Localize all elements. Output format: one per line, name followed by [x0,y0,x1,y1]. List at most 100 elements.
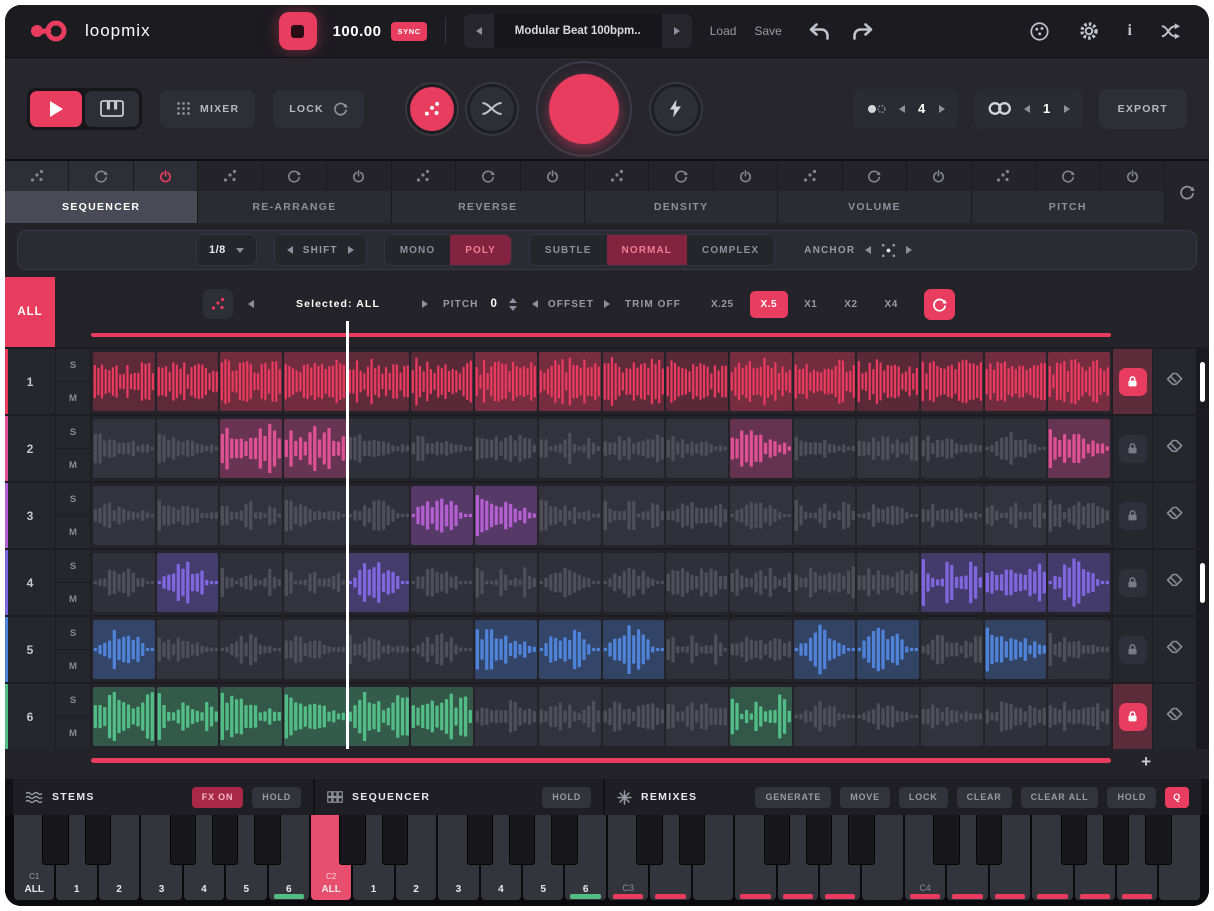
track-lock-button[interactable] [1119,435,1147,463]
piano-key-black[interactable] [764,815,790,865]
pattern-dots-icon[interactable] [198,161,262,191]
step-cell-5-10[interactable] [666,620,728,679]
retrigger-button[interactable] [924,289,955,320]
step-cell-5-15[interactable] [985,620,1047,679]
tab-reverse[interactable]: REVERSE [392,191,584,223]
step-cell-5-12[interactable] [794,620,856,679]
step-cell-6-12[interactable] [794,687,856,746]
reset-icon[interactable] [1036,161,1100,191]
step-cell-2-14[interactable] [921,419,983,478]
step-cell-2-3[interactable] [220,419,282,478]
step-cell-1-10[interactable] [666,352,728,411]
subtle-option[interactable]: SUBTLE [530,235,607,265]
sync-badge[interactable]: SYNC [391,22,426,41]
piano-key-black[interactable] [509,815,535,865]
solo-button[interactable]: S [56,550,90,583]
step-cell-2-10[interactable] [666,419,728,478]
piano-key-black[interactable] [1145,815,1171,865]
step-cell-1-1[interactable] [93,352,155,411]
solo-button[interactable]: S [56,416,90,449]
selected-next[interactable] [422,300,428,308]
loop-progress-bottom[interactable] [91,758,1111,763]
main-remix-knob[interactable] [536,61,632,157]
track-erase-button[interactable] [1152,684,1196,749]
step-cell-6-9[interactable] [603,687,665,746]
randomizer-ball-icon[interactable] [1029,21,1050,42]
step-cell-5-11[interactable] [730,620,792,679]
speed-x.5[interactable]: X.5 [750,291,789,318]
steps-decrease[interactable] [899,105,905,113]
power-icon[interactable] [521,161,584,191]
mixer-button[interactable]: MIXER [160,90,255,128]
step-cell-4-16[interactable] [1048,553,1110,612]
power-icon[interactable] [134,161,197,191]
step-cell-1-8[interactable] [539,352,601,411]
step-cell-2-11[interactable] [730,419,792,478]
step-cell-5-6[interactable] [411,620,473,679]
step-cell-6-15[interactable] [985,687,1047,746]
trigger-button[interactable] [654,87,698,131]
step-cell-3-2[interactable] [157,486,219,545]
load-button[interactable]: Load [710,24,737,38]
step-cell-5-5[interactable] [348,620,410,679]
power-icon[interactable] [1101,161,1164,191]
solo-button[interactable]: S [56,483,90,516]
select-all-block[interactable]: ALL [5,277,55,347]
speed-x4[interactable]: X4 [874,291,909,318]
tab-volume[interactable]: VOLUME [778,191,970,223]
remix-lock-button[interactable]: LOCK [899,787,948,808]
step-cell-4-12[interactable] [794,553,856,612]
step-cell-4-10[interactable] [666,553,728,612]
step-cell-4-4[interactable] [284,553,346,612]
pattern-dots-icon[interactable] [5,161,69,191]
step-cell-5-8[interactable] [539,620,601,679]
piano-key-black[interactable] [170,815,196,865]
save-button[interactable]: Save [754,24,781,38]
crossfade-button[interactable] [470,87,514,131]
mute-button[interactable]: M [56,516,90,548]
piano-mode-button[interactable] [85,91,139,127]
mute-button[interactable]: M [56,382,90,414]
step-cell-4-2[interactable] [157,553,219,612]
step-cell-4-7[interactable] [475,553,537,612]
clear-all-button[interactable]: CLEAR ALL [1021,787,1099,808]
solo-button[interactable]: S [56,617,90,650]
pattern-dots-icon[interactable] [778,161,842,191]
piano-key-black[interactable] [382,815,408,865]
piano-key-black[interactable] [848,815,874,865]
step-cell-6-11[interactable] [730,687,792,746]
step-cell-3-14[interactable] [921,486,983,545]
stems-hold-button[interactable]: HOLD [252,787,301,808]
piano-key-black[interactable] [976,815,1002,865]
step-cell-3-15[interactable] [985,486,1047,545]
power-icon[interactable] [327,161,390,191]
reset-icon[interactable] [69,161,133,191]
step-cell-5-16[interactable] [1048,620,1110,679]
global-lock-button[interactable]: LOCK [273,90,364,128]
piano-key-black[interactable] [1061,815,1087,865]
preset-name[interactable]: Modular Beat 100bpm.. [494,25,662,37]
step-cell-6-14[interactable] [921,687,983,746]
stop-button[interactable] [279,12,317,50]
tab-pitch[interactable]: PITCH [972,191,1164,223]
step-cell-1-11[interactable] [730,352,792,411]
step-cell-1-16[interactable] [1048,352,1110,411]
step-cell-3-6[interactable] [411,486,473,545]
quantize-button[interactable]: Q [1165,787,1189,808]
step-cell-6-16[interactable] [1048,687,1110,746]
mute-button[interactable]: M [56,583,90,615]
reset-icon[interactable] [456,161,520,191]
piano-key-black[interactable] [467,815,493,865]
track-erase-button[interactable] [1152,349,1196,414]
step-cell-6-2[interactable] [157,687,219,746]
anchor-left[interactable] [865,246,871,254]
redo-icon[interactable] [851,23,874,40]
solo-button[interactable]: S [56,684,90,717]
pattern-dots-icon[interactable] [392,161,456,191]
step-cell-3-11[interactable] [730,486,792,545]
piano-key-black[interactable] [551,815,577,865]
step-cell-3-10[interactable] [666,486,728,545]
step-cell-2-13[interactable] [857,419,919,478]
step-cell-3-12[interactable] [794,486,856,545]
mute-button[interactable]: M [56,449,90,481]
